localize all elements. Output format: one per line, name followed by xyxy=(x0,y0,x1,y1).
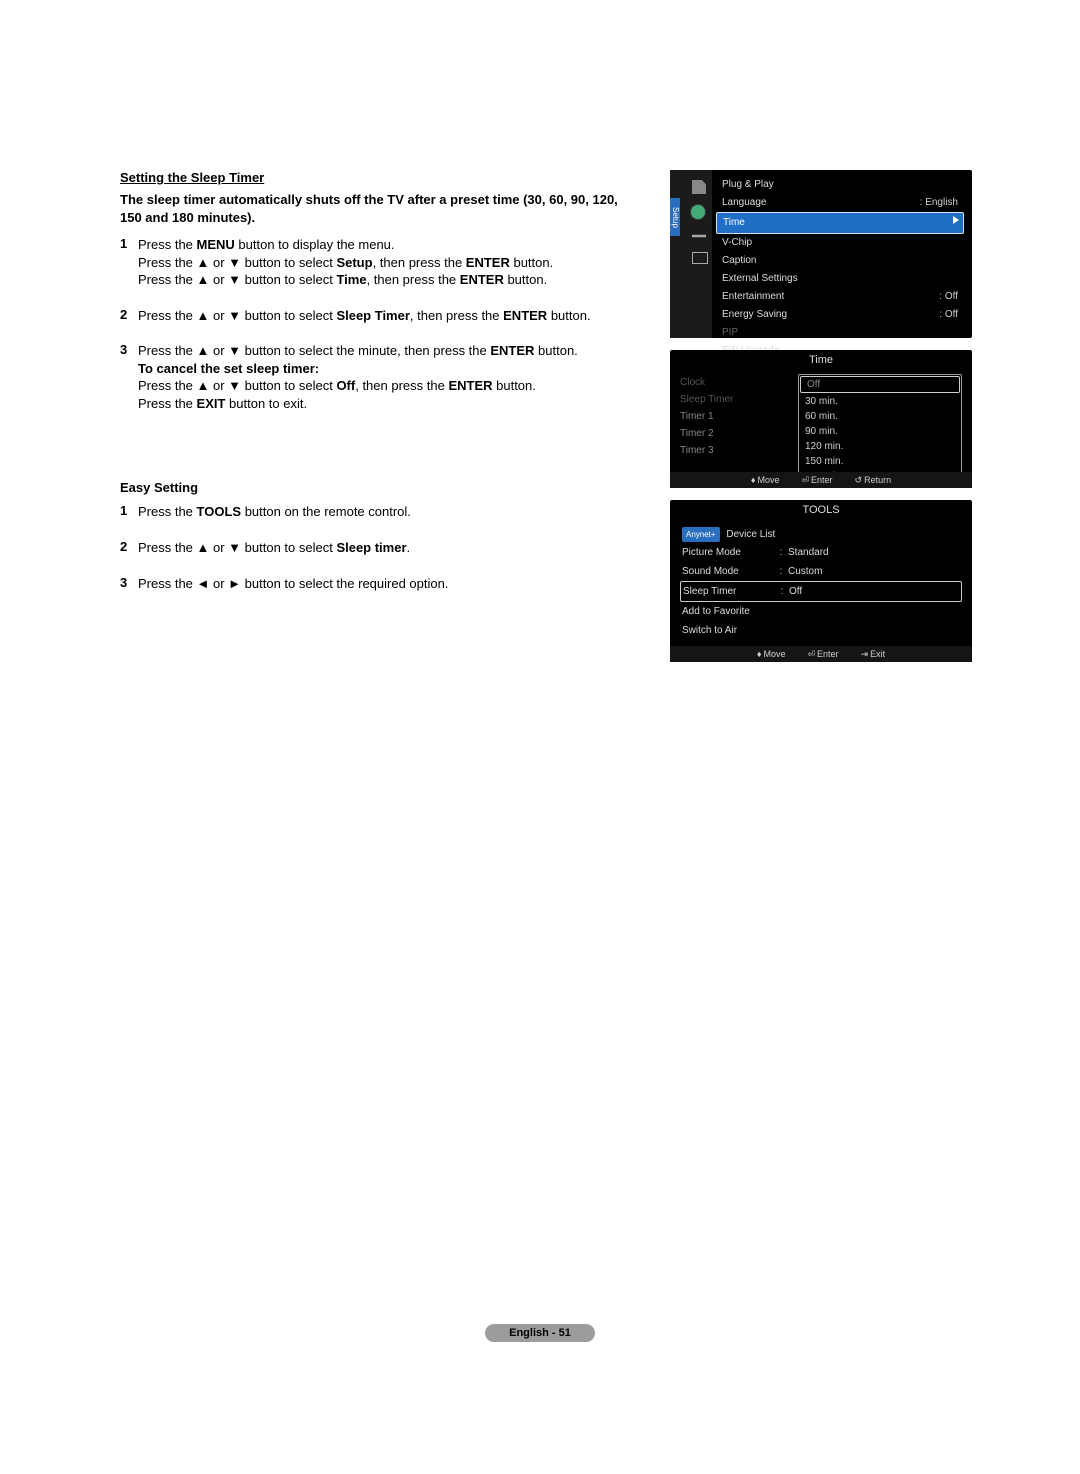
step-number: 1 xyxy=(120,503,138,518)
setup-item: Plug & Play xyxy=(716,176,964,194)
enter-icon: ⏎ xyxy=(807,649,815,660)
setup-item: V-Chip xyxy=(716,234,964,252)
step-body: Press the ▲ or ▼ button to select Sleep … xyxy=(138,307,608,325)
step-number: 3 xyxy=(120,342,138,357)
tools-row-value: Standard xyxy=(788,546,829,559)
intro-text: The sleep timer automatically shuts off … xyxy=(120,191,618,226)
gear-icon xyxy=(690,204,706,220)
time-title: Time xyxy=(670,350,972,370)
page-footer: English - 51 xyxy=(0,1324,1080,1342)
return-icon: ↺ xyxy=(855,475,863,486)
tools-row-label: Sound Mode xyxy=(682,565,774,578)
step-line: Press the ▲ or ▼ button to select Sleep … xyxy=(138,307,608,325)
device-list-label: Device List xyxy=(726,529,775,540)
tools-row: Switch to Air xyxy=(680,621,962,640)
setup-item: Entertainment: Off xyxy=(716,288,964,306)
step-line: Press the ▲ or ▼ button to select Sleep … xyxy=(138,539,608,557)
exit-icon: ⇥ xyxy=(861,649,869,660)
tools-row: Add to Favorite xyxy=(680,602,962,621)
step-number: 2 xyxy=(120,539,138,554)
step-number: 2 xyxy=(120,307,138,322)
footer-move: ♦Move xyxy=(757,649,786,659)
step-body: Press the ▲ or ▼ button to select Sleep … xyxy=(138,539,608,557)
time-option: 30 min. xyxy=(799,394,961,409)
step-subhead: To cancel the set sleep timer: xyxy=(138,360,608,378)
tools-device-list: Anynet+ Device List xyxy=(680,524,962,543)
anynet-chip-icon: Anynet+ xyxy=(682,527,720,542)
footer-exit: ⇥Exit xyxy=(861,649,886,660)
page-icon xyxy=(692,180,706,194)
setup-item: Caption xyxy=(716,252,964,270)
time-options-list: Off30 min.60 min.90 min.120 min.150 min.… xyxy=(798,374,962,485)
time-left-item: Sleep Timer xyxy=(680,391,790,408)
setup-item: Energy Saving: Off xyxy=(716,306,964,324)
enter-icon: ⏎ xyxy=(801,475,809,486)
section-title: Setting the Sleep Timer xyxy=(120,170,618,185)
updown-icon: ♦ xyxy=(751,475,756,485)
time-footer: ♦Move ⏎ Enter ↺ Return xyxy=(670,472,972,488)
step-number: 1 xyxy=(120,236,138,251)
time-left-item: Timer 3 xyxy=(680,442,790,459)
page-number-chip: English - 51 xyxy=(485,1324,595,1342)
tools-row: Sound Mode:Custom xyxy=(680,562,962,581)
step-number: 3 xyxy=(120,575,138,590)
footer-move: ♦Move xyxy=(751,475,780,485)
footer-return: ↺ Return xyxy=(855,475,892,486)
tools-row: Picture Mode:Standard xyxy=(680,543,962,562)
chevron-right-icon xyxy=(953,216,959,224)
time-option: Off xyxy=(800,376,960,393)
osd-tools-menu: TOOLS Anynet+ Device List Picture Mode:S… xyxy=(670,500,972,662)
step-body: Press the ▲ or ▼ button to select the mi… xyxy=(138,342,608,412)
steps-primary: 1Press the MENU button to display the me… xyxy=(120,236,618,412)
tools-row-label: Add to Favorite xyxy=(682,605,774,618)
tools-row-label: Sleep Timer xyxy=(683,585,775,598)
osd-time-menu: Time ClockSleep TimerTimer 1Timer 2Timer… xyxy=(670,350,972,488)
step-line: Press the MENU button to display the men… xyxy=(138,236,608,254)
time-left-list: ClockSleep TimerTimer 1Timer 2Timer 3 xyxy=(680,374,790,485)
setup-item-list: Plug & PlayLanguage: EnglishTimeV-ChipCa… xyxy=(716,176,964,360)
steps-easy: 1Press the TOOLS button on the remote co… xyxy=(120,503,618,592)
step-line: Press the ▲ or ▼ button to select Time, … xyxy=(138,271,608,289)
step-line: Press the ▲ or ▼ button to select Off, t… xyxy=(138,377,608,395)
tools-row-label: Picture Mode xyxy=(682,546,774,559)
time-left-item: Clock xyxy=(680,374,790,391)
tools-row: Sleep Timer:Off xyxy=(680,581,962,602)
step-body: Press the ◄ or ► button to select the re… xyxy=(138,575,608,593)
updown-icon: ♦ xyxy=(757,649,762,659)
setup-item: Time xyxy=(716,212,964,234)
easy-setting-heading: Easy Setting xyxy=(120,480,618,495)
setup-item: PIP xyxy=(716,324,964,342)
tools-footer: ♦Move ⏎Enter ⇥Exit xyxy=(670,646,972,662)
tools-row-value: Off xyxy=(789,585,802,598)
setup-item: External Settings xyxy=(716,270,964,288)
screen-icon xyxy=(692,252,708,264)
step-body: Press the MENU button to display the men… xyxy=(138,236,608,289)
step-body: Press the TOOLS button on the remote con… xyxy=(138,503,608,521)
step-line: Press the ▲ or ▼ button to select Setup,… xyxy=(138,254,608,272)
tools-row-label: Switch to Air xyxy=(682,624,774,637)
footer-enter: ⏎Enter xyxy=(807,649,838,660)
osd-setup-menu: Setup Plug & PlayLanguage: EnglishTimeV-… xyxy=(670,170,972,338)
time-option: 90 min. xyxy=(799,424,961,439)
step-line: Press the TOOLS button on the remote con… xyxy=(138,503,608,521)
time-left-item: Timer 2 xyxy=(680,425,790,442)
tools-row-value: Custom xyxy=(788,565,822,578)
step-line: Press the EXIT button to exit. xyxy=(138,395,608,413)
setup-sidebar: Setup xyxy=(670,170,712,338)
setup-item: Language: English xyxy=(716,194,964,212)
footer-enter: ⏎ Enter xyxy=(801,475,832,486)
setup-tab-label: Setup xyxy=(670,198,680,236)
step-line: Press the ▲ or ▼ button to select the mi… xyxy=(138,342,608,360)
tools-title: TOOLS xyxy=(670,500,972,520)
time-option: 60 min. xyxy=(799,409,961,424)
time-option: 120 min. xyxy=(799,439,961,454)
time-left-item: Timer 1 xyxy=(680,408,790,425)
network-icon xyxy=(692,230,706,242)
step-line: Press the ◄ or ► button to select the re… xyxy=(138,575,608,593)
time-option: 150 min. xyxy=(799,454,961,469)
